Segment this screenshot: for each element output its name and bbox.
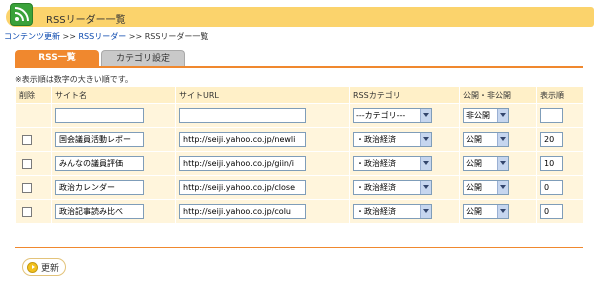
chevron-down-icon[interactable] (497, 109, 508, 122)
delete-checkbox[interactable] (22, 182, 32, 193)
public-select[interactable]: 非公開 (463, 108, 509, 123)
header-site-name: サイト名 (51, 86, 176, 104)
table-row: 政治カレンダー http://seiji.yahoo.co.jp/close ・… (15, 175, 584, 200)
rss-icon (10, 3, 33, 26)
site-name-input[interactable] (55, 108, 144, 123)
site-name-input[interactable]: 政治カレンダー (55, 180, 144, 195)
public-select[interactable]: 公開 (463, 132, 509, 147)
chevron-down-icon[interactable] (497, 205, 508, 218)
public-select-value: 公開 (466, 207, 482, 216)
category-select[interactable]: ・政治経済 (353, 156, 432, 171)
public-select-value: 公開 (466, 159, 482, 168)
breadcrumb-link-content-update[interactable]: コンテンツ更新 (4, 32, 60, 41)
page-title: RSSリーダー一覧 (46, 15, 126, 26)
order-input[interactable]: 20 (540, 132, 563, 147)
category-select-value: ・政治経済 (356, 135, 396, 144)
site-url-input[interactable]: http://seiji.yahoo.co.jp/newli (179, 132, 306, 147)
header-order: 表示順 (536, 86, 584, 104)
category-select[interactable]: ・政治経済 (353, 180, 432, 195)
chevron-down-icon[interactable] (497, 181, 508, 194)
site-url-input[interactable]: http://seiji.yahoo.co.jp/giin/i (179, 156, 306, 171)
order-input[interactable]: 0 (540, 204, 563, 219)
tab-category-settings[interactable]: カテゴリ設定 (101, 50, 185, 66)
chevron-down-icon[interactable] (420, 157, 431, 170)
public-select-value: 公開 (466, 183, 482, 192)
site-name-input[interactable]: 政治記事読み比べ (55, 204, 144, 219)
chevron-down-icon[interactable] (420, 181, 431, 194)
order-input[interactable] (540, 108, 563, 123)
table-row: 政治記事読み比べ http://seiji.yahoo.co.jp/colu ・… (15, 199, 584, 224)
chevron-down-icon[interactable] (497, 157, 508, 170)
category-select[interactable]: ・政治経済 (353, 204, 432, 219)
public-select[interactable]: 公開 (463, 156, 509, 171)
breadcrumb-separator: >> (126, 32, 145, 41)
order-input[interactable]: 10 (540, 156, 563, 171)
chevron-down-icon[interactable] (420, 133, 431, 146)
empty-cell (15, 103, 52, 128)
category-select[interactable]: ・政治経済 (353, 132, 432, 147)
table-row: 国会議員活動レポー http://seiji.yahoo.co.jp/newli… (15, 127, 584, 152)
breadcrumb-link-rss-reader[interactable]: RSSリーダー (79, 32, 127, 41)
delete-checkbox[interactable] (22, 206, 32, 217)
delete-checkbox[interactable] (22, 134, 32, 145)
header-public: 公開・非公開 (459, 86, 537, 104)
category-select-value: ・政治経済 (356, 207, 396, 216)
delete-checkbox[interactable] (22, 158, 32, 169)
breadcrumb-separator: >> (60, 32, 79, 41)
chevron-down-icon[interactable] (420, 205, 431, 218)
table-header-row: 削除 サイト名 サイトURL RSSカテゴリ 公開・非公開 表示順 (15, 86, 584, 104)
header-delete: 削除 (15, 86, 52, 104)
play-arrow-icon (27, 261, 38, 273)
site-url-input[interactable] (179, 108, 306, 123)
public-select[interactable]: 公開 (463, 204, 509, 219)
public-select-value: 公開 (466, 135, 482, 144)
footer-divider (15, 247, 583, 248)
category-select-value: ・政治経済 (356, 183, 396, 192)
site-name-input[interactable]: みんなの議員評価 (55, 156, 144, 171)
sort-order-note: ※表示順は数字の大きい順です。 (15, 75, 133, 84)
chevron-down-icon[interactable] (497, 133, 508, 146)
chevron-down-icon[interactable] (420, 109, 431, 122)
new-entry-row: ---カテゴリ--- 非公開 (15, 103, 584, 128)
breadcrumb-current: RSSリーダー一覧 (144, 32, 209, 41)
public-select-value: 非公開 (466, 111, 490, 120)
public-select[interactable]: 公開 (463, 180, 509, 195)
category-select-value: ・政治経済 (356, 159, 396, 168)
site-url-input[interactable]: http://seiji.yahoo.co.jp/close (179, 180, 306, 195)
site-name-input[interactable]: 国会議員活動レポー (55, 132, 144, 147)
category-select-value: ---カテゴリ--- (356, 111, 406, 120)
update-button-label: 更新 (41, 263, 60, 274)
breadcrumb: コンテンツ更新 >> RSSリーダー >> RSSリーダー一覧 (4, 31, 208, 42)
header-site-url: サイトURL (175, 86, 350, 104)
rss-table: 削除 サイト名 サイトURL RSSカテゴリ 公開・非公開 表示順 ---カテゴ… (15, 86, 584, 224)
category-select[interactable]: ---カテゴリ--- (353, 108, 432, 123)
site-url-input[interactable]: http://seiji.yahoo.co.jp/colu (179, 204, 306, 219)
table-row: みんなの議員評価 http://seiji.yahoo.co.jp/giin/i… (15, 151, 584, 176)
update-button[interactable]: 更新 (22, 258, 66, 276)
tab-underline (15, 66, 583, 68)
order-input[interactable]: 0 (540, 180, 563, 195)
header-category: RSSカテゴリ (349, 86, 460, 104)
tab-rss-list[interactable]: RSS一覧 (15, 50, 99, 66)
